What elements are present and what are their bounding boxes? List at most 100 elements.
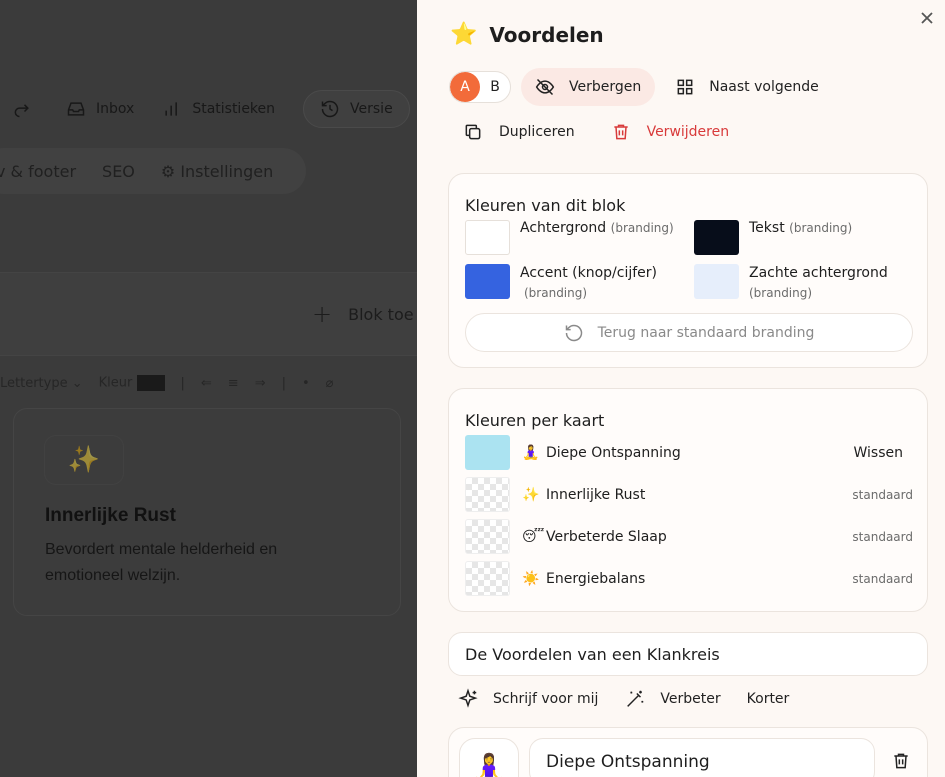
card-color-label: Innerlijke Rust xyxy=(546,486,646,503)
accent-color-swatch[interactable] xyxy=(465,264,510,299)
tab-settings[interactable]: ⚙ Instellingen xyxy=(161,162,273,181)
font-select-label: Lettertype xyxy=(0,375,68,391)
block-actions-row-2: Dupliceren Verwijderen xyxy=(463,122,729,142)
next-to-button[interactable]: Naast volgende xyxy=(675,77,819,97)
tab-header-footer[interactable]: v & footer xyxy=(0,162,76,181)
delete-button[interactable]: Verwijderen xyxy=(611,122,730,142)
card-colors-heading: Kleuren per kaart xyxy=(465,411,605,430)
duplicate-button[interactable]: Dupliceren xyxy=(463,122,575,142)
panel-header: ⭐ Voordelen xyxy=(450,22,604,47)
block-colors-heading: Kleuren van dit blok xyxy=(465,196,626,215)
ab-toggle: A B xyxy=(449,71,511,103)
sparkles-icon: ✨ xyxy=(522,486,540,503)
link-icon[interactable]: ⌀ xyxy=(326,376,334,391)
accent-color-label: Accent (knop/cijfer) (branding) xyxy=(520,263,680,303)
bullet-icon[interactable]: • xyxy=(302,376,310,391)
close-button[interactable] xyxy=(919,10,935,26)
card-color-label: Energiebalans xyxy=(546,570,646,587)
shorter-button[interactable]: Korter xyxy=(747,691,790,707)
color-picker[interactable]: Kleur xyxy=(99,375,165,391)
format-toolbar: Lettertype ⌄ Kleur | ⇐ ≡ ⇒ | • ⌀ xyxy=(0,372,334,394)
soft-background-color-label: Zachte achtergrond (branding) xyxy=(749,263,919,303)
text-color-swatch[interactable] xyxy=(694,220,739,255)
write-for-me-button[interactable]: Schrijf voor mij xyxy=(457,688,598,710)
branding-tag: (branding) xyxy=(789,221,853,235)
stats-label: Statistieken xyxy=(192,101,276,117)
card-color-row: ✨ Innerlijke Rust standaard xyxy=(465,477,913,512)
default-tag: standaard xyxy=(852,529,913,544)
default-tag: standaard xyxy=(852,487,913,502)
delete-label: Verwijderen xyxy=(646,124,730,140)
color-label: Kleur xyxy=(98,375,133,391)
sparkles-icon xyxy=(458,688,478,708)
inbox-label: Inbox xyxy=(96,101,135,117)
stats-button[interactable]: Statistieken xyxy=(162,99,275,119)
close-icon xyxy=(921,12,933,24)
block-settings-panel: ⭐ Voordelen A B Verbergen Naast volgende… xyxy=(417,0,945,777)
card-color-row: ☀️ Energiebalans standaard xyxy=(465,561,913,596)
card-color-swatch[interactable] xyxy=(465,477,510,512)
card-color-swatch[interactable] xyxy=(465,561,510,596)
next-to-label: Naast volgende xyxy=(709,79,819,95)
meditation-icon: 🧘‍♀️ xyxy=(522,444,540,461)
variant-a-button[interactable]: A xyxy=(450,72,480,102)
reset-branding-label: Terug naar standaard branding xyxy=(597,324,815,341)
block-colors-card: Kleuren van dit blok Achtergrond (brandi… xyxy=(448,173,928,368)
plus-icon: + xyxy=(312,300,333,328)
bar-chart-icon xyxy=(165,102,178,116)
add-block-button[interactable]: + Blok toe xyxy=(312,300,414,328)
card-color-row: 😴 Verbeterde Slaap standaard xyxy=(465,519,913,554)
clear-color-button[interactable]: Wissen xyxy=(854,445,904,461)
inbox-button[interactable]: Inbox xyxy=(66,99,134,119)
redo-icon xyxy=(14,104,29,118)
variant-b-button[interactable]: B xyxy=(480,72,510,102)
benefit-item-card: 🧘‍♀️ Diepe Ontspanning xyxy=(448,727,928,777)
versions-label: Versie xyxy=(350,101,393,117)
history-icon xyxy=(321,100,339,118)
align-center-icon[interactable]: ≡ xyxy=(228,376,239,391)
card-color-swatch[interactable] xyxy=(465,435,510,470)
tab-seo[interactable]: SEO xyxy=(102,162,135,181)
divider: | xyxy=(281,375,286,391)
card-colors-card: Kleuren per kaart 🧘‍♀️ Diepe Ontspanning… xyxy=(448,388,928,612)
add-block-label: Blok toe xyxy=(348,304,414,324)
trash-icon xyxy=(613,124,628,140)
grid-icon xyxy=(677,79,693,95)
sun-icon: ☀️ xyxy=(522,570,540,587)
align-right-icon[interactable]: ⇒ xyxy=(255,376,266,391)
text-color-name: Tekst xyxy=(749,220,785,236)
card-color-label: Verbeterde Slaap xyxy=(546,528,667,545)
card-description: Bevordert mentale helderheid en emotione… xyxy=(45,541,278,584)
soft-background-color-swatch[interactable] xyxy=(694,264,739,299)
write-for-me-label: Schrijf voor mij xyxy=(493,691,599,707)
accent-color-name: Accent (knop/cijfer) xyxy=(520,265,657,281)
block-actions-row: A B Verbergen Naast volgende xyxy=(449,68,819,106)
align-left-icon[interactable]: ⇐ xyxy=(201,376,212,391)
trash-icon xyxy=(894,753,908,769)
duplicate-label: Dupliceren xyxy=(499,124,575,140)
reset-branding-button[interactable]: Terug naar standaard branding xyxy=(465,313,913,352)
sleeping-face-icon: 😴 xyxy=(522,528,545,545)
item-title-input[interactable]: Diepe Ontspanning xyxy=(529,738,875,777)
inbox-icon xyxy=(67,102,85,116)
section-title-input[interactable]: De Voordelen van een Klankreis xyxy=(448,632,928,676)
delete-item-button[interactable] xyxy=(891,750,911,776)
text-color-label: Tekst (branding) xyxy=(749,218,852,238)
chevron-down-icon: ⌄ xyxy=(71,375,83,391)
versions-button[interactable]: Versie xyxy=(303,90,410,128)
branding-tag: (branding) xyxy=(610,221,674,235)
redo-button[interactable] xyxy=(12,99,32,119)
font-select[interactable]: Lettertype ⌄ xyxy=(0,376,83,391)
background-color-label: Achtergrond (branding) xyxy=(520,218,674,238)
reset-icon xyxy=(565,324,582,341)
background-color-swatch[interactable] xyxy=(465,220,510,255)
item-emoji-picker[interactable]: 🧘‍♀️ xyxy=(459,738,519,777)
card-color-row: 🧘‍♀️ Diepe Ontspanning Wissen xyxy=(465,435,913,470)
editor-tabs: v & footer SEO ⚙ Instellingen xyxy=(0,148,306,194)
hide-button[interactable]: Verbergen xyxy=(521,68,656,106)
improve-button[interactable]: Verbeter xyxy=(624,688,721,710)
divider: | xyxy=(180,375,185,391)
benefit-card-preview[interactable]: ✨ Innerlijke Rust Bevordert mentale held… xyxy=(13,408,401,616)
star-icon: ⭐ xyxy=(450,22,478,47)
card-color-swatch[interactable] xyxy=(465,519,510,554)
